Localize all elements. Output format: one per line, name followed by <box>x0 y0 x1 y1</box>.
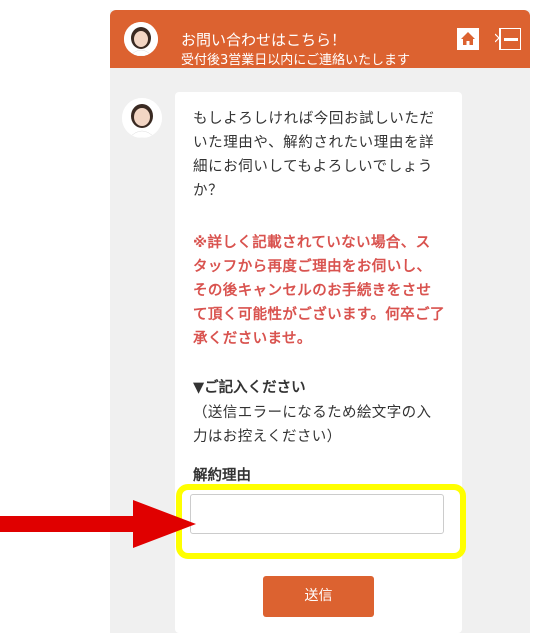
header-title: お問い合わせはこちら！ <box>181 31 347 49</box>
submit-button[interactable]: 送信 <box>263 576 374 617</box>
close-icon[interactable] <box>495 28 521 50</box>
input-highlight-box <box>176 484 466 559</box>
red-arrow-icon <box>0 500 196 548</box>
cancel-reason-label: 解約理由 <box>193 468 251 484</box>
home-icon[interactable] <box>457 28 479 50</box>
message-heading: ▼ご記入ください <box>193 380 306 396</box>
header-subtitle: 受付後3営業日以内にご連絡いたします <box>181 53 411 68</box>
message-intro: もしよろしければ今回お試しいただいた理由や、解約されたい理由を詳細にお伺いしても… <box>193 111 435 199</box>
operator-avatar <box>124 22 158 56</box>
message-warning: ※詳しく記載されていない場合、スタッフから再度ご理由をお伺いし、その後キャンセル… <box>193 235 445 347</box>
message-note: （送信エラーになるため絵文字の入力はお控えください） <box>193 405 432 445</box>
chat-header: お問い合わせはこちら！ 受付後3営業日以内にご連絡いたします <box>110 10 530 68</box>
bot-avatar <box>122 98 162 138</box>
